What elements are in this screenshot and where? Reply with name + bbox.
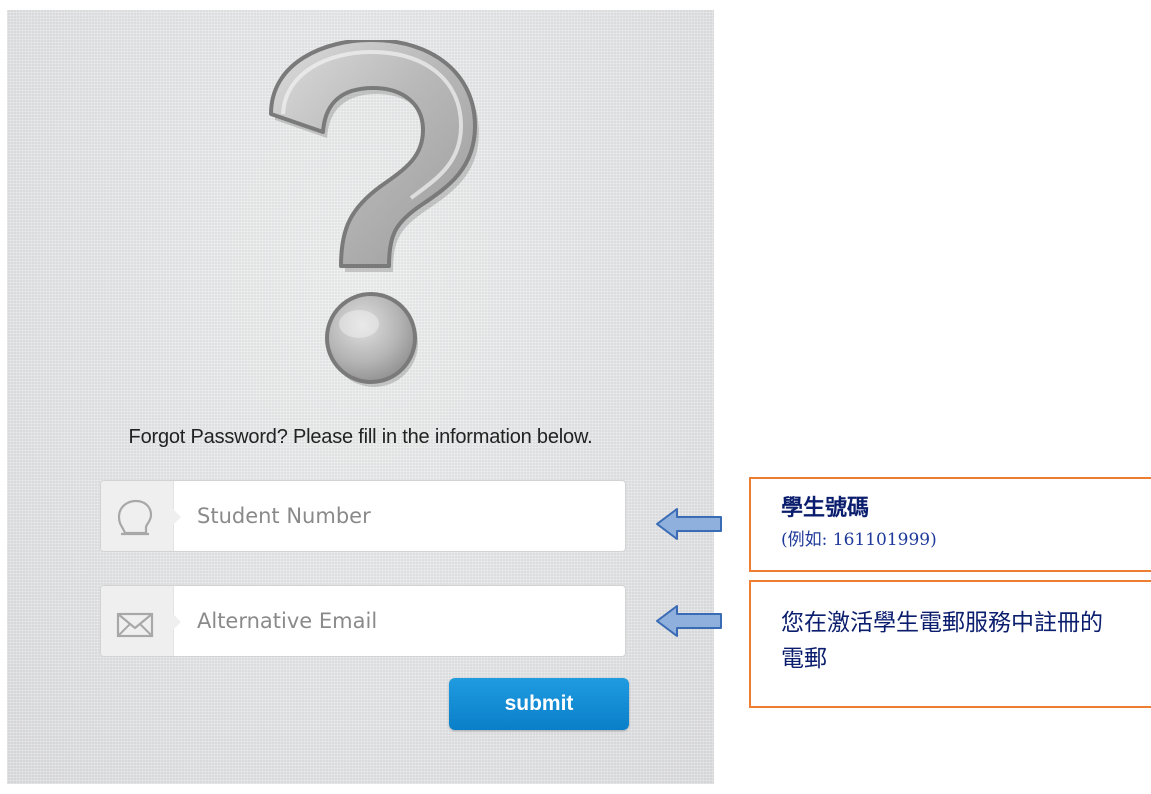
instruction-text: Forgot Password? Please fill in the info… xyxy=(128,426,593,448)
alternative-email-input[interactable] xyxy=(197,586,607,656)
alternative-email-icon-box xyxy=(101,586,181,656)
student-number-callout-title: 學生號碼 xyxy=(781,495,870,521)
alternative-email-field[interactable] xyxy=(100,585,626,657)
submit-button[interactable]: submit xyxy=(449,678,629,730)
student-number-callout-example: (例如: 161101999) xyxy=(781,530,937,551)
student-number-icon-box xyxy=(101,481,181,551)
alternative-email-callout: 您在激活學生電郵服務中註冊的電郵 xyxy=(749,580,1151,708)
forgot-password-panel: Forgot Password? Please fill in the info… xyxy=(7,10,714,784)
student-number-input[interactable] xyxy=(197,481,607,551)
user-head-icon xyxy=(117,499,153,536)
alternative-email-callout-text: 您在激活學生電郵服務中註冊的電郵 xyxy=(781,610,1103,672)
left-arrow-icon xyxy=(656,605,722,637)
student-number-callout: 學生號碼 (例如: 161101999) xyxy=(749,477,1151,572)
envelope-icon xyxy=(116,612,154,638)
left-arrow-icon xyxy=(656,508,722,540)
question-mark-icon xyxy=(269,40,479,387)
screen: Forgot Password? Please fill in the info… xyxy=(0,0,1151,794)
student-number-field[interactable] xyxy=(100,480,626,552)
